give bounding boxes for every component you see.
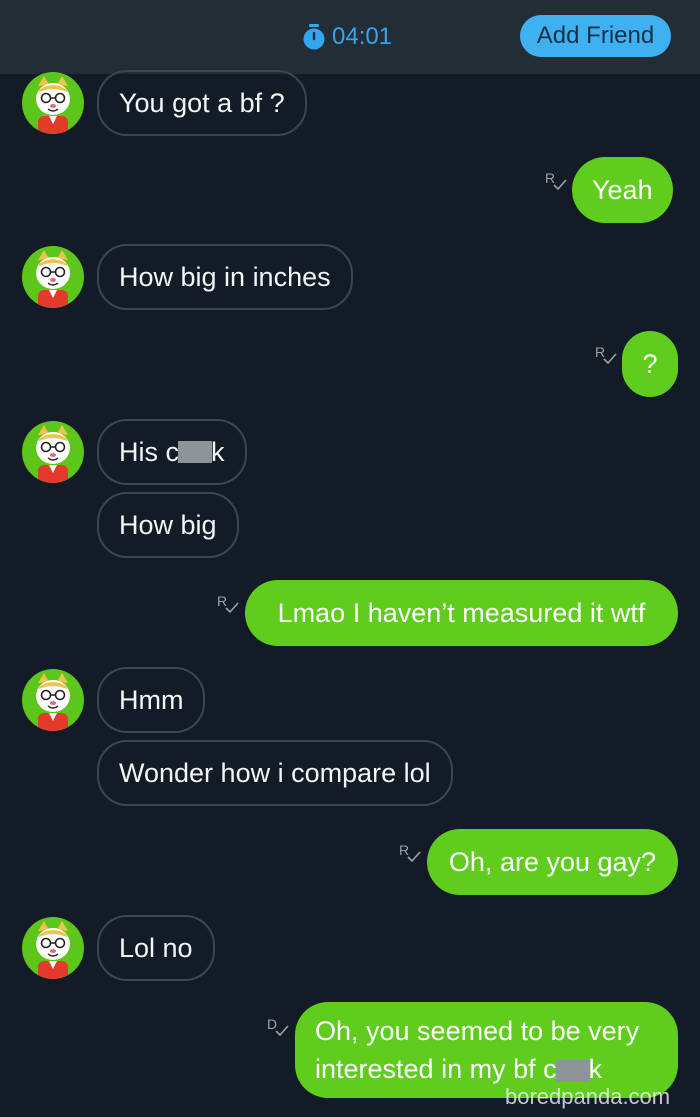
contact-avatar[interactable] [22,72,84,134]
message-text-line-2: interested in my bf c k [315,1050,602,1088]
incoming-message[interactable]: How big in inches [97,244,353,310]
incoming-message[interactable]: How big [97,492,239,558]
delivered-receipt-letter: D [267,1016,277,1032]
message-text: Oh, are you gay? [448,846,657,877]
contact-avatar[interactable] [22,246,84,308]
outgoing-message[interactable]: Lmao I haven’t measured it wtf [245,580,678,646]
outgoing-message[interactable]: ? [622,331,678,397]
message-text-end: k [588,1054,603,1084]
incoming-message[interactable]: His c k [97,419,247,485]
watermark: boredpanda.com [505,1084,671,1109]
read-receipt-letter: R [595,344,605,360]
add-friend-button[interactable]: Add Friend [520,15,671,57]
censor-block [555,1059,590,1082]
read-receipt-letter: R [545,170,555,186]
message-text: You got a bf ? [119,87,285,118]
message-text: ? [642,348,658,379]
contact-avatar[interactable] [22,917,84,979]
stopwatch-icon [302,23,326,51]
message-text: Yeah [592,174,653,205]
message-text-start: interested in my bf c [315,1054,557,1084]
incoming-message[interactable]: Lol no [97,915,215,981]
read-receipt-letter: R [217,593,227,609]
read-receipt-icon: R [216,591,242,617]
message-text: Wonder how i compare lol [119,757,431,788]
incoming-message[interactable]: You got a bf ? [97,70,307,136]
message-text: Lmao I haven’t measured it wtf [277,597,646,628]
read-receipt-icon: R [398,840,424,866]
chat-header: 04:01 Add Friend [0,0,700,74]
outgoing-message[interactable]: Oh, are you gay? [427,829,678,895]
message-text-line-1: Oh, you seemed to be very [315,1016,640,1046]
timer-label: 04:01 [332,23,393,50]
delivered-receipt-icon: D [266,1014,292,1040]
read-receipt-letter: R [399,842,409,858]
read-receipt-icon: R [544,168,570,194]
read-receipt-icon: R [594,342,620,368]
contact-avatar[interactable] [22,669,84,731]
message-text-end: k [211,436,225,467]
message-text: How big [119,509,217,540]
message-text: Lol no [119,932,193,963]
message-timer: 04:01 [302,20,392,54]
message-text: How big in inches [119,261,331,292]
incoming-message[interactable]: Wonder how i compare lol [97,740,453,806]
outgoing-message[interactable]: Yeah [572,157,673,223]
contact-avatar[interactable] [22,421,84,483]
message-text: Hmm [119,684,184,715]
censor-block [178,441,212,463]
message-text-start: His c [119,436,179,467]
incoming-message[interactable]: Hmm [97,667,206,733]
